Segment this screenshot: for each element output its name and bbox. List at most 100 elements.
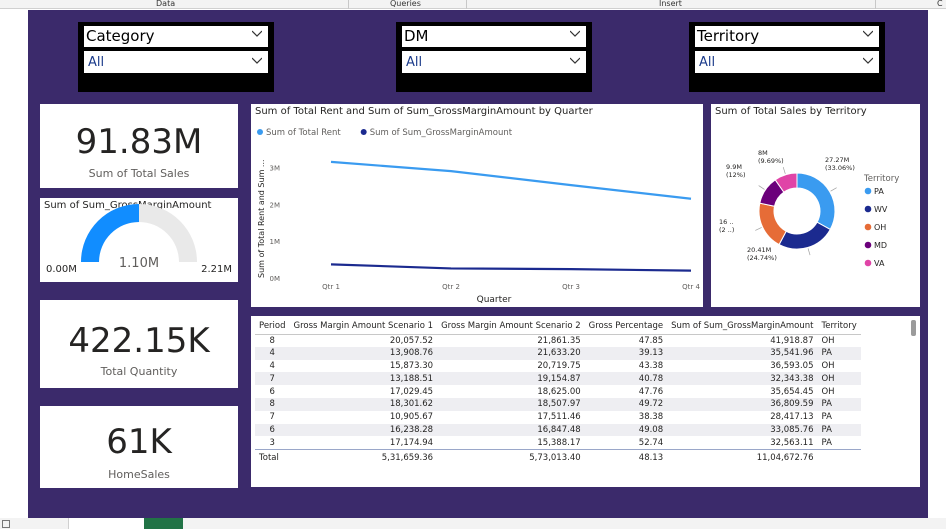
table-cell (817, 448, 861, 465)
dm-dropdown[interactable]: All (402, 51, 586, 73)
table-cell: OH (817, 372, 861, 386)
slice-percent-label: (33.06%) (825, 164, 855, 172)
table-cell: 52.74 (638, 437, 664, 448)
ribbon-tab-queries[interactable]: Queries (390, 0, 421, 8)
ribbon-tab-data[interactable]: Data (156, 0, 175, 8)
dm-slicer-header[interactable]: DM (402, 26, 586, 47)
column-header[interactable]: Gross Margin Amount Scenario 1 (289, 319, 438, 335)
table-row[interactable]: 6 17,029.45 18,625.00 47.76 35,654.45 OH (255, 385, 861, 398)
leader-line (782, 167, 786, 174)
legend-entry[interactable]: MD (874, 241, 887, 250)
home-sales-label: HomeSales (108, 468, 170, 481)
sheet-nav-icon[interactable] (2, 520, 10, 528)
column-header[interactable]: Gross Percentage (584, 319, 668, 335)
total-sales-card[interactable]: 91.83M Sum of Total Sales (40, 104, 238, 188)
slice-value-label: 8M (758, 149, 768, 157)
series-line-1[interactable] (330, 160, 692, 200)
sheet-tabs-bar (0, 518, 946, 529)
chevron-down-icon (863, 57, 873, 64)
sales-by-territory-donut-card[interactable]: Sum of Total Sales by Territory 27.27M (3… (711, 104, 920, 307)
legend-marker (864, 259, 872, 267)
slice-percent-label: (12%) (726, 171, 746, 179)
total-quantity-card[interactable]: 422.15K Total Quantity (40, 300, 238, 388)
x-axis-label: Quarter (477, 295, 512, 305)
table-cell: 19,154.87 (437, 372, 585, 386)
table-cell: Total (255, 448, 290, 465)
table-scrollbar[interactable] (911, 320, 916, 336)
sheet-tab-active[interactable] (144, 518, 183, 529)
table-cell: 32,343.38 (667, 372, 818, 386)
dm-selected-value: All (406, 55, 423, 70)
legend-title: Territory (863, 174, 899, 184)
ribbon-tab-overflow[interactable]: C (937, 0, 943, 8)
home-sales-card[interactable]: 61K HomeSales (40, 406, 238, 488)
ribbon-tabs: Data Queries Insert C (0, 0, 946, 9)
ribbon-tab-insert[interactable]: Insert (659, 0, 682, 8)
y-tick-label: 2M (270, 201, 281, 209)
legend-entry[interactable]: Sum of Total Rent (266, 128, 341, 138)
category-selected-value: All (88, 55, 105, 70)
rent-margin-line-chart-card[interactable]: Sum of Total Rent and Sum of Sum_GrossMa… (251, 104, 703, 307)
table-cell: PA (821, 437, 832, 448)
donut-slice-oh[interactable] (758, 202, 787, 246)
series-line-2[interactable] (330, 263, 692, 272)
legend-marker (257, 129, 263, 135)
territory-dropdown[interactable]: All (695, 51, 879, 73)
table-cell: OH (821, 335, 835, 346)
table-row[interactable]: 8 18,301.62 18,507.97 49.72 36,809.59 PA (255, 397, 861, 411)
column-header[interactable]: Gross Margin Amount Scenario 2 (437, 319, 585, 335)
territory-slicer-header[interactable]: Territory (695, 26, 879, 47)
table-row[interactable]: 7 13,188.51 19,154.87 40.78 32,343.38 OH (255, 372, 861, 386)
donut-slice-wv[interactable] (778, 221, 831, 250)
table-cell: 32,563.11 (770, 437, 814, 448)
sheet-tab[interactable] (68, 518, 144, 529)
table-cell: 38.38 (638, 412, 664, 423)
gross-margin-gauge-card[interactable]: Sum of Sum_GrossMarginAmount 1.10M 0.00M… (40, 198, 238, 282)
slice-value-label: 9.9M (726, 163, 742, 171)
table-cell: 3 (269, 437, 275, 448)
table-cell: OH (821, 360, 835, 371)
legend-marker (864, 223, 872, 231)
column-header[interactable]: Sum of Sum_GrossMarginAmount (667, 319, 818, 335)
x-tick-label: Qtr 2 (442, 283, 460, 291)
gauge-min-label: 0.00M (46, 264, 77, 275)
table-row[interactable]: 3 17,174.94 15,388.17 52.74 32,563.11 PA (255, 436, 861, 449)
report-canvas: Category All DM All Territory All 91.83M (28, 10, 928, 518)
slice-value-label: 16 .. (719, 218, 733, 226)
legend-entry[interactable]: Sum of Sum_GrossMarginAmount (370, 128, 513, 138)
table-cell: 20,057.52 (389, 335, 434, 346)
territory-selected-value: All (699, 55, 716, 70)
category-dropdown[interactable]: All (84, 51, 268, 73)
gross-margin-table-card[interactable]: Period Gross Margin Amount Scenario 1 Gros… (251, 316, 920, 487)
y-tick-label: 3M (270, 164, 281, 172)
donut-slice-pa[interactable] (796, 172, 836, 231)
legend-entry[interactable]: PA (874, 187, 884, 196)
category-slicer-header[interactable]: Category (84, 26, 268, 47)
x-tick-label: Qtr 3 (562, 283, 580, 291)
territory-slicer-title: Territory (697, 27, 760, 45)
column-header[interactable]: Territory (817, 319, 861, 335)
table-cell: 47.85 (638, 335, 664, 346)
legend-entry[interactable]: WV (874, 205, 888, 214)
table-row[interactable]: 7 10,905.67 17,511.46 38.38 28,417.13 PA (255, 411, 861, 424)
table-cell: 18,625.00 (537, 386, 581, 397)
legend-entry[interactable]: OH (874, 223, 886, 232)
table-row[interactable]: 8 20,057.52 21,861.35 47.85 41,918.87 OH (255, 334, 861, 347)
table-cell: 35,654.45 (770, 386, 814, 397)
y-tick-label: 1M (270, 238, 281, 246)
table-cell: 16,238.28 (289, 423, 438, 437)
table-total-row[interactable]: Total 5,31,659.36 5,73,013.40 48.13 11,04,67… (255, 448, 861, 465)
column-header[interactable]: Period (255, 319, 290, 335)
table-row[interactable]: 6 16,238.28 16,847.48 49.08 33,085.76 PA (255, 423, 861, 437)
gauge-value: 1.10M (118, 256, 160, 271)
table-header-row: Period Gross Margin Amount Scenario 1 Gros… (255, 319, 861, 335)
total-quantity-label: Total Quantity (100, 365, 178, 378)
x-tick-label: Qtr 4 (682, 283, 700, 291)
table-cell: 39.13 (584, 346, 668, 360)
table-cell: 18,301.62 (289, 397, 438, 411)
table-row[interactable]: 4 13,908.76 21,633.20 39.13 35,541.96 PA (255, 346, 861, 360)
table-row[interactable]: 4 15,873.30 20,719.75 43.38 36,593.05 OH (255, 360, 861, 373)
table-cell: 15,388.17 (537, 437, 581, 448)
slice-percent-label: (2 ..) (719, 226, 734, 234)
legend-entry[interactable]: VA (874, 259, 885, 268)
